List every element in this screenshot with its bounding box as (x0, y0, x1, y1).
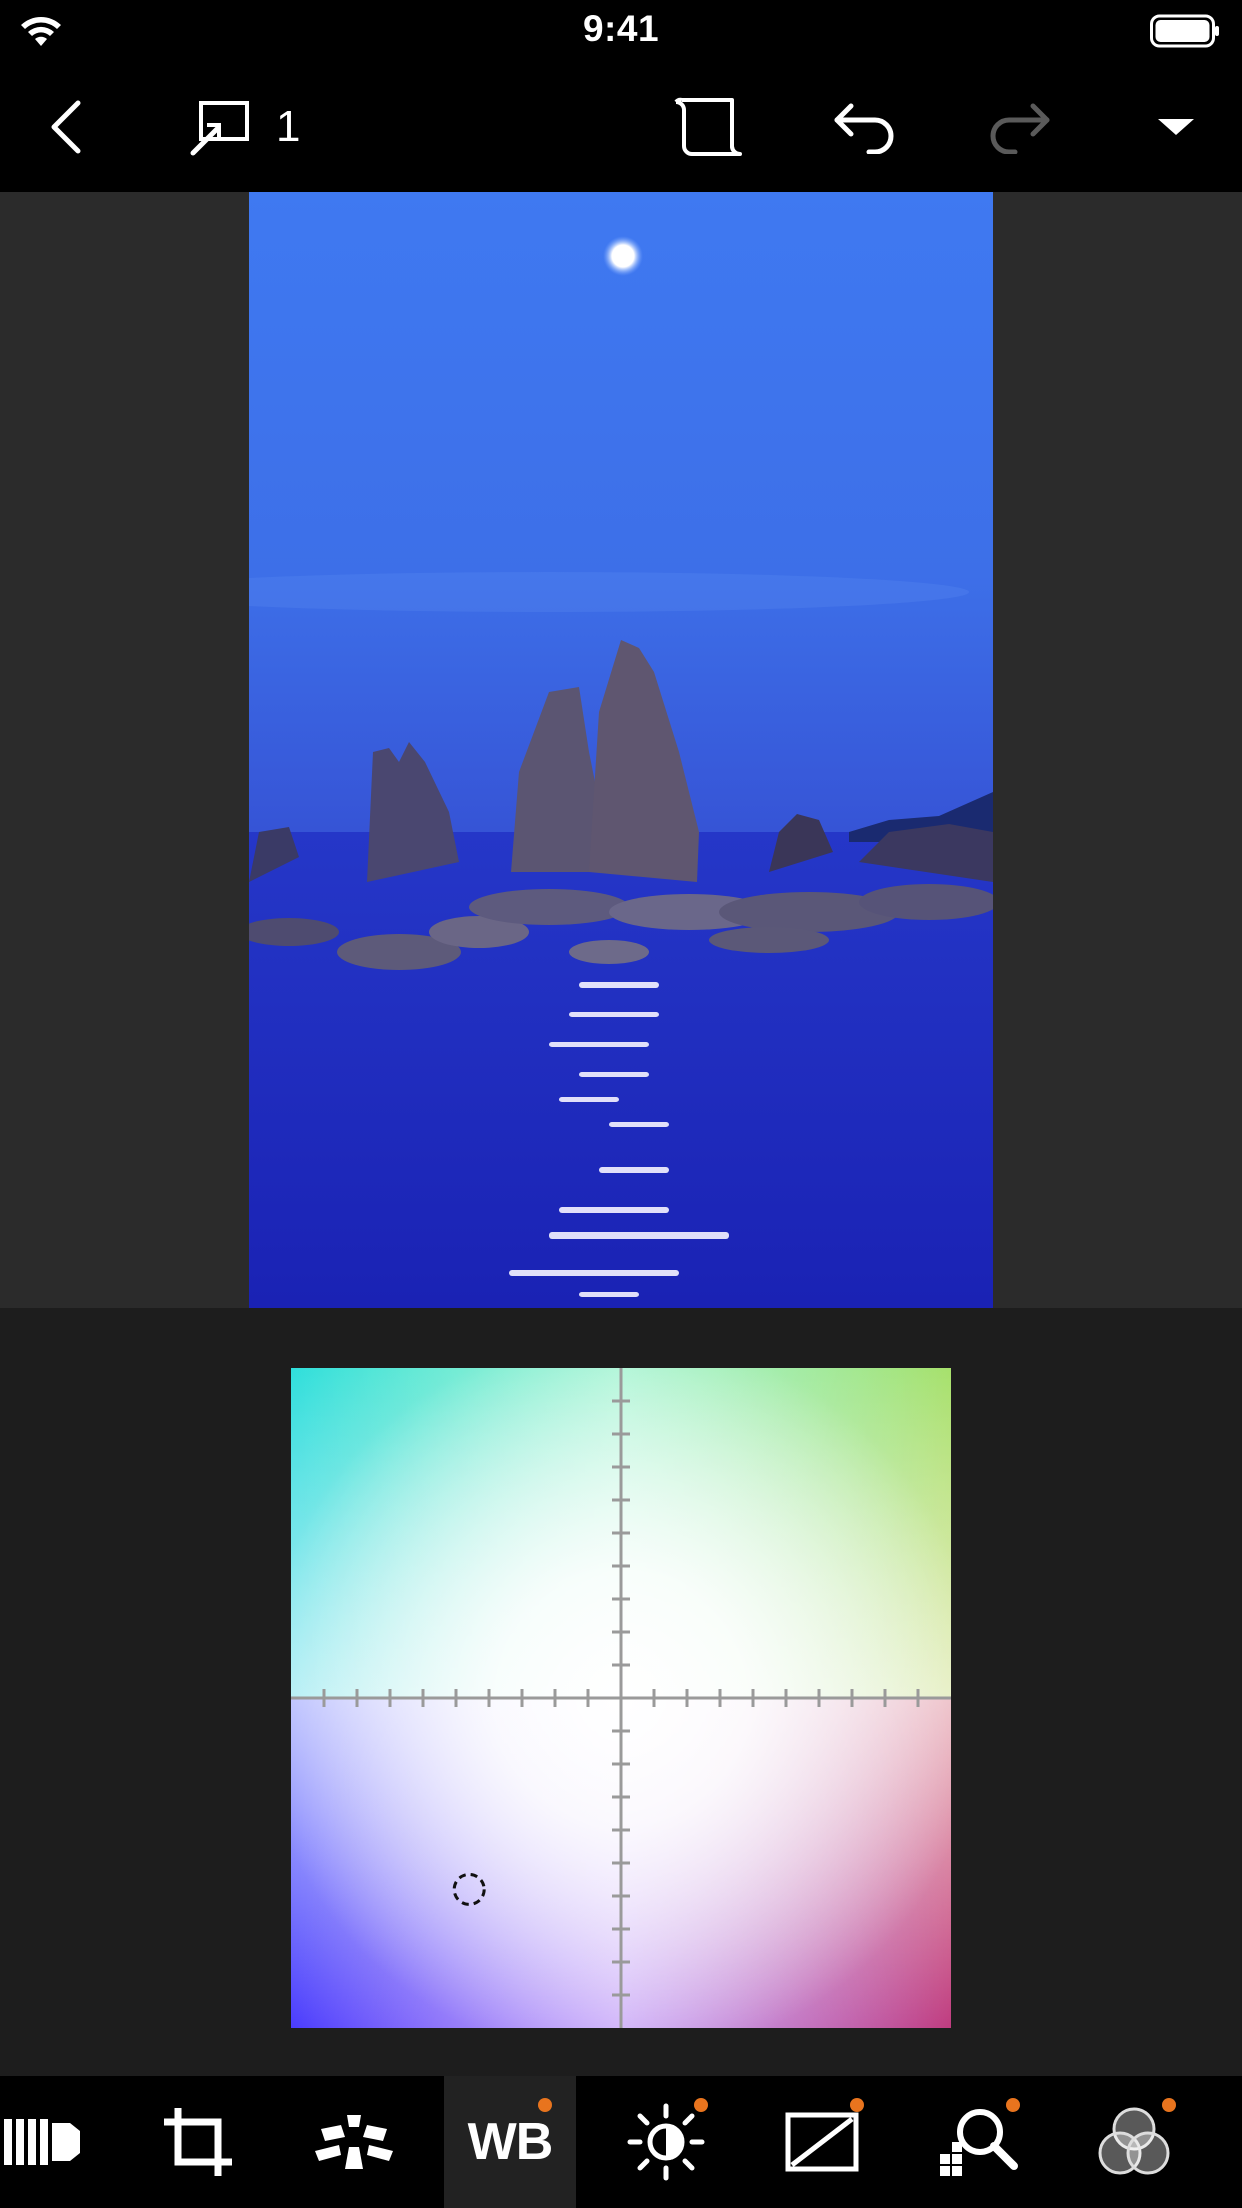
color-icon (1098, 2107, 1170, 2175)
chevron-left-icon (51, 100, 81, 154)
status-time: 9:41 (582, 8, 660, 49)
brightness-icon (627, 2103, 705, 2181)
modified-indicator-dot (1006, 2098, 1020, 2112)
white-balance-color-grid[interactable] (291, 1368, 951, 2028)
modified-indicator-dot (1162, 2098, 1176, 2112)
copy-settings-button[interactable] (180, 62, 260, 192)
chevron-down-icon (1158, 119, 1194, 135)
wb-grid-graphic (291, 1368, 951, 2028)
undo-icon (834, 103, 894, 154)
detail-icon (940, 2109, 1018, 2176)
undo-button[interactable] (824, 62, 904, 192)
bottom-tab-bar: WB (0, 2076, 1242, 2208)
crop-icon (164, 2108, 232, 2176)
wb-tab-label: WB (467, 2113, 554, 2171)
tab-presets[interactable] (0, 2076, 108, 2208)
auto-adjust-icon (315, 2115, 393, 2169)
photo-preview[interactable] (249, 192, 993, 1308)
app-screen: 9:41 1 WB (0, 0, 1242, 2208)
tab-detail[interactable] (912, 2076, 1044, 2208)
tab-brightness[interactable] (600, 2076, 732, 2208)
white-balance-panel (0, 1308, 1242, 2076)
modified-indicator-dot (850, 2098, 864, 2112)
selected-image-count: 1 (276, 102, 301, 151)
photo-preview-area (0, 192, 1242, 1308)
tab-white-balance[interactable]: WB (444, 2076, 576, 2208)
battery-icon (1150, 14, 1219, 48)
tab-auto-adjust[interactable] (288, 2076, 420, 2208)
tab-tone-curve[interactable] (756, 2076, 888, 2208)
presets-icon (4, 2119, 80, 2165)
top-toolbar: 1 (0, 62, 1242, 192)
back-button[interactable] (26, 62, 106, 192)
modified-indicator-dot (538, 2098, 552, 2112)
redo-button[interactable] (980, 62, 1060, 192)
more-menu-button[interactable] (1136, 62, 1216, 192)
tab-crop[interactable] (132, 2076, 264, 2208)
tab-color[interactable] (1068, 2076, 1200, 2208)
copy-adjustments-icon (190, 101, 249, 156)
status-bar: 9:41 (0, 0, 1242, 62)
scroll-document-icon (674, 97, 742, 156)
compare-button[interactable] (668, 62, 748, 192)
redo-icon (990, 103, 1050, 154)
tone-curve-icon (785, 2112, 859, 2172)
modified-indicator-dot (694, 2098, 708, 2112)
